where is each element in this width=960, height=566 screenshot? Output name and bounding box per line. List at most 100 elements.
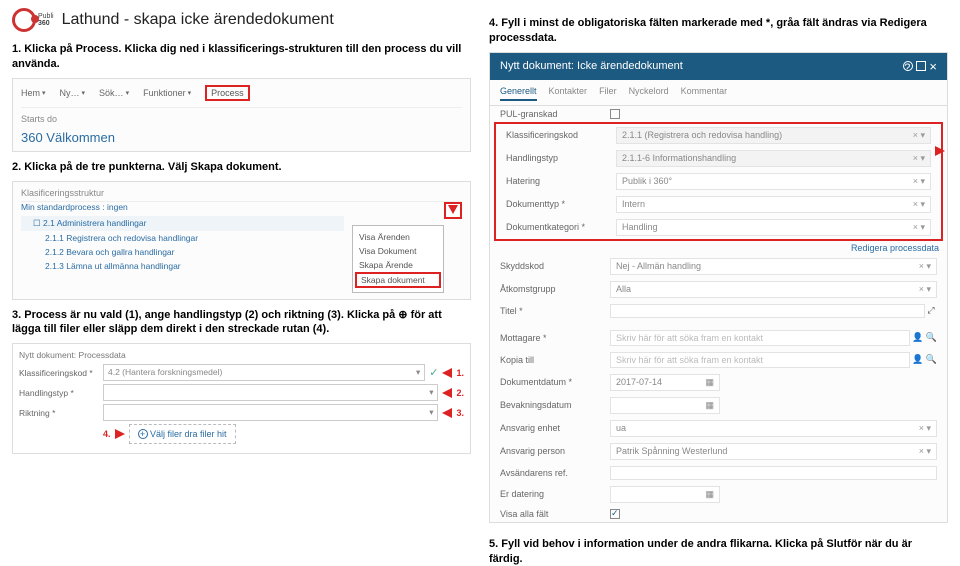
menu-visa-arenden[interactable]: Visa Ärenden [353, 230, 443, 244]
logo: Publi360 [12, 8, 54, 32]
sk-field[interactable]: Nej - Allmän handling× ▾ [610, 258, 937, 275]
plus-icon[interactable]: + [138, 429, 148, 439]
logo-icon [12, 8, 36, 32]
maximize-icon[interactable] [916, 61, 926, 71]
arrow-2-icon [442, 388, 452, 398]
toolbar: Hem ▾ Ny… ▾ Sök… ▾ Funktioner ▾ Process [21, 85, 462, 108]
ed-field[interactable]: ▦ [610, 486, 720, 503]
tree-parent[interactable]: ☐ 2.1 Administrera handlingar [21, 216, 344, 231]
menu-visa-dokument[interactable]: Visa Dokument [353, 244, 443, 258]
menu-skapa-dokument-highlight[interactable]: Skapa dokument [355, 272, 441, 288]
calendar-icon[interactable]: ▦ [705, 377, 714, 388]
vf-checkbox[interactable]: ✓ [610, 509, 620, 519]
ti-label: Titel * [500, 306, 610, 316]
ti-field[interactable] [610, 304, 925, 318]
ed-label: Er datering [500, 489, 610, 499]
tab-nyckelord[interactable]: Nyckelord [629, 86, 669, 101]
ae-label: Ansvarig enhet [500, 423, 610, 433]
dt-label: Dokumenttyp * [506, 199, 616, 209]
av-field[interactable] [610, 466, 937, 480]
step1-screenshot: Hem ▾ Ny… ▾ Sök… ▾ Funktioner ▾ Process … [12, 78, 471, 152]
num-2: 2. [456, 388, 464, 398]
welcome-label: 360 Välkommen [21, 130, 462, 145]
toolbar-ny[interactable]: Ny… ▾ [60, 88, 86, 98]
tab-filer[interactable]: Filer [599, 86, 617, 101]
tab-kommentar[interactable]: Kommentar [681, 86, 728, 101]
ap-field[interactable]: Patrik Spånning Westerlund× ▾ [610, 443, 937, 460]
edit-processdata-link-inline[interactable]: Redigera processdata [851, 243, 939, 253]
ko-field[interactable]: Skriv här för att söka fram en kontakt [610, 352, 910, 368]
std-process: Min standardprocess : ingen [21, 202, 344, 212]
step2-screenshot: Klasificeringsstruktur Min standardproce… [12, 181, 471, 300]
right-column: 4. Fyll i minst de obligatoriska fälten … [489, 8, 948, 532]
kk-field: 2.1.1 (Registrera och redovisa handling)… [616, 127, 931, 144]
bd-label: Bevakningsdatum [500, 400, 610, 410]
dialog-header: Nytt dokument: Icke ärendedokument ? × [490, 53, 947, 80]
ht-label: Handlingstyp [506, 153, 616, 163]
check-icon: ✓ [429, 366, 438, 379]
menu-skapa-arende[interactable]: Skapa Ärende [353, 258, 443, 272]
dt-field[interactable]: Intern× ▾ [616, 196, 931, 213]
left-column: Publi360 Lathund - skapa icke ärendedoku… [12, 8, 471, 532]
dk-label: Dokumentkategori * [506, 222, 616, 232]
dk-field[interactable]: Handling× ▾ [616, 219, 931, 236]
page-title: Lathund - skapa icke ärendedokument [62, 11, 334, 29]
proc-label: Klassificeringskod * [19, 368, 99, 378]
dialog-title: Nytt dokument: Icke ärendedokument [500, 60, 683, 72]
step5-heading: 5. Fyll vid behov i information under de… [489, 537, 948, 566]
dd-label: Dokumentdatum * [500, 377, 610, 387]
arrow-3-icon [442, 408, 452, 418]
bd-field[interactable]: ▦ [610, 397, 720, 414]
ap-label: Ansvarig person [500, 446, 610, 456]
num-1: 1. [456, 368, 464, 378]
sk-label: Skyddskod [500, 261, 610, 271]
step4-heading: 4. Fyll i minst de obligatoriska fälten … [489, 16, 948, 46]
toolbar-funk[interactable]: Funktioner ▾ [143, 88, 191, 98]
tab-kontakter[interactable]: Kontakter [549, 86, 588, 101]
num-3: 3. [456, 408, 464, 418]
mo-field[interactable]: Skriv här för att söka fram en kontakt [610, 330, 910, 346]
context-menu: Visa Ärenden Visa Dokument Skapa Ärende … [352, 225, 444, 293]
mo-label: Mottagare * [500, 333, 610, 343]
vf-label: Visa alla fält [500, 509, 610, 519]
step3-screenshot: Nytt dokument: Processdata Klassificerin… [12, 343, 471, 454]
search-icon-2[interactable]: 👤 🔍 [910, 354, 937, 365]
pul-checkbox[interactable] [610, 109, 620, 119]
ko-label: Kopia till [500, 355, 610, 365]
title-row: Publi360 Lathund - skapa icke ärendedoku… [12, 8, 471, 32]
tab-bar: Generellt Kontakter Filer Nyckelord Komm… [490, 80, 947, 106]
ae-field[interactable]: ua× ▾ [610, 420, 937, 437]
help-icon[interactable]: ? [903, 61, 913, 71]
tree-item-3[interactable]: 2.1.3 Lämna ut allmänna handlingar [21, 259, 344, 273]
hat-field[interactable]: Publik i 360°× ▾ [616, 173, 931, 190]
ak-field[interactable]: Alla× ▾ [610, 281, 937, 298]
step2-heading: 2. Klicka på de tre punkterna. Välj Skap… [12, 160, 471, 175]
kk-label: Klassificeringskod [506, 130, 616, 140]
hat-label: Hatering [506, 176, 616, 186]
search-icon[interactable]: 👤 🔍 [910, 332, 937, 343]
toolbar-hem[interactable]: Hem ▾ [21, 88, 46, 98]
tree-item-1[interactable]: 2.1.1 Registrera och redovisa handlingar [21, 231, 344, 245]
rik-label: Riktning * [19, 408, 99, 418]
calendar-icon-2[interactable]: ▦ [705, 400, 714, 411]
step1-heading: 1. Klicka på Process. Klicka dig ned i k… [12, 42, 471, 72]
ht-field: 2.1.1-6 Informationshandling× ▾ [616, 150, 931, 167]
file-drop-zone[interactable]: + Välj filer dra filer hit [129, 424, 236, 444]
toolbar-sok[interactable]: Sök… ▾ [99, 88, 129, 98]
pul-label: PUL-granskad [500, 109, 610, 119]
toolbar-process-highlight[interactable]: Process [205, 85, 250, 101]
ti-expand-icon[interactable]: ⤢ [925, 305, 937, 316]
close-icon[interactable]: × [929, 59, 937, 74]
arrow-4-icon [115, 429, 125, 439]
step4-screenshot: Nytt dokument: Icke ärendedokument ? × G… [489, 52, 948, 523]
calendar-icon-3[interactable]: ▦ [705, 489, 714, 500]
starts-label: Starts do [21, 114, 462, 124]
proc-field[interactable]: 4.2 (Hantera forskningsmedel)▾ [103, 364, 425, 381]
tab-generellt[interactable]: Generellt [500, 86, 537, 101]
page-root: Publi360 Lathund - skapa icke ärendedoku… [0, 0, 960, 540]
rik-field[interactable]: ▾ [103, 404, 438, 421]
tree-item-2[interactable]: 2.1.2 Bevara och gallra handlingar [21, 245, 344, 259]
step3-title: Nytt dokument: Processdata [19, 350, 464, 360]
dd-field[interactable]: 2017-07-14▦ [610, 374, 720, 391]
typ-field[interactable]: ▾ [103, 384, 438, 401]
